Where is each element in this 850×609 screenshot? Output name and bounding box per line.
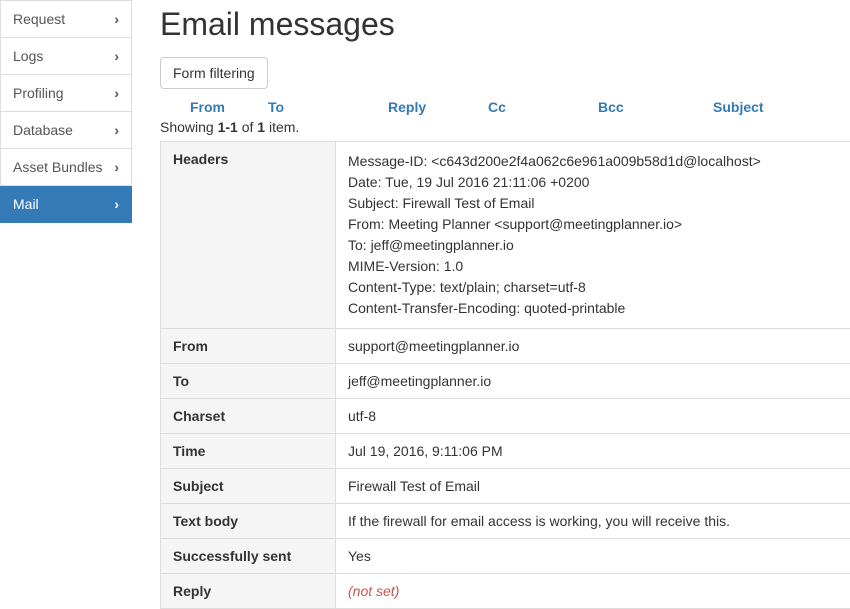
sidebar-item-profiling[interactable]: Profiling › (0, 75, 132, 112)
row-time: Time Jul 19, 2016, 9:11:06 PM (161, 434, 850, 469)
chevron-right-icon: › (114, 49, 119, 63)
row-from: From support@meetingplanner.io (161, 329, 850, 364)
label-headers: Headers (161, 142, 336, 329)
chevron-right-icon: › (114, 123, 119, 137)
summary-range: 1-1 (218, 119, 238, 135)
value-to: jeff@meetingplanner.io (336, 364, 850, 399)
row-successfully-sent: Successfully sent Yes (161, 539, 850, 574)
sidebar-item-label: Mail (13, 196, 39, 212)
filter-link-body[interactable]: Body (803, 99, 850, 115)
value-subject: Firewall Test of Email (336, 469, 850, 504)
filter-link-to[interactable]: To (268, 99, 388, 115)
value-reply: (not set) (336, 574, 850, 609)
sidebar-item-label: Profiling (13, 85, 64, 101)
label-time: Time (161, 434, 336, 469)
chevron-right-icon: › (114, 197, 119, 211)
value-headers: Message-ID: <c643d200e2f4a062c6e961a009b… (336, 142, 850, 329)
sidebar-item-database[interactable]: Database › (0, 112, 132, 149)
label-from: From (161, 329, 336, 364)
row-to: To jeff@meetingplanner.io (161, 364, 850, 399)
filter-link-subject[interactable]: Subject (713, 99, 803, 115)
label-to: To (161, 364, 336, 399)
label-subject: Subject (161, 469, 336, 504)
sidebar-item-label: Asset Bundles (13, 159, 103, 175)
email-detail-table: Headers Message-ID: <c643d200e2f4a062c6e… (160, 141, 850, 609)
row-subject: Subject Firewall Test of Email (161, 469, 850, 504)
sidebar-item-asset-bundles[interactable]: Asset Bundles › (0, 149, 132, 186)
filter-link-reply[interactable]: Reply (388, 99, 488, 115)
value-reply-notset: (not set) (348, 583, 399, 599)
filter-link-cc[interactable]: Cc (488, 99, 598, 115)
filter-link-from[interactable]: From (190, 99, 268, 115)
label-charset: Charset (161, 399, 336, 434)
results-summary: Showing 1-1 of 1 item. (160, 119, 850, 135)
filter-link-bcc[interactable]: Bcc (598, 99, 713, 115)
page-title: Email messages (160, 6, 850, 43)
value-time: Jul 19, 2016, 9:11:06 PM (336, 434, 850, 469)
chevron-right-icon: › (114, 86, 119, 100)
row-headers: Headers Message-ID: <c643d200e2f4a062c6e… (161, 142, 850, 329)
sidebar-item-logs[interactable]: Logs › (0, 38, 132, 75)
sidebar-item-request[interactable]: Request › (0, 0, 132, 38)
value-text-body: If the firewall for email access is work… (336, 504, 850, 539)
value-charset: utf-8 (336, 399, 850, 434)
summary-total: 1 (257, 119, 265, 135)
sidebar-item-label: Database (13, 122, 73, 138)
chevron-right-icon: › (114, 160, 119, 174)
summary-mid: of (238, 119, 257, 135)
chevron-right-icon: › (114, 12, 119, 26)
row-text-body: Text body If the firewall for email acce… (161, 504, 850, 539)
sidebar-item-label: Request (13, 11, 65, 27)
summary-prefix: Showing (160, 119, 218, 135)
label-successfully-sent: Successfully sent (161, 539, 336, 574)
sidebar-item-mail[interactable]: Mail › (0, 186, 132, 223)
label-reply: Reply (161, 574, 336, 609)
sidebar: Request › Logs › Profiling › Database › … (0, 0, 132, 609)
form-filtering-button[interactable]: Form filtering (160, 57, 268, 89)
value-successfully-sent: Yes (336, 539, 850, 574)
filter-links-row: From To Reply Cc Bcc Subject Body Charse… (160, 99, 850, 115)
main-content: Email messages Form filtering From To Re… (132, 0, 850, 609)
value-from: support@meetingplanner.io (336, 329, 850, 364)
summary-suffix: item. (265, 119, 299, 135)
label-text-body: Text body (161, 504, 336, 539)
sidebar-item-label: Logs (13, 48, 43, 64)
row-reply: Reply (not set) (161, 574, 850, 609)
row-charset: Charset utf-8 (161, 399, 850, 434)
